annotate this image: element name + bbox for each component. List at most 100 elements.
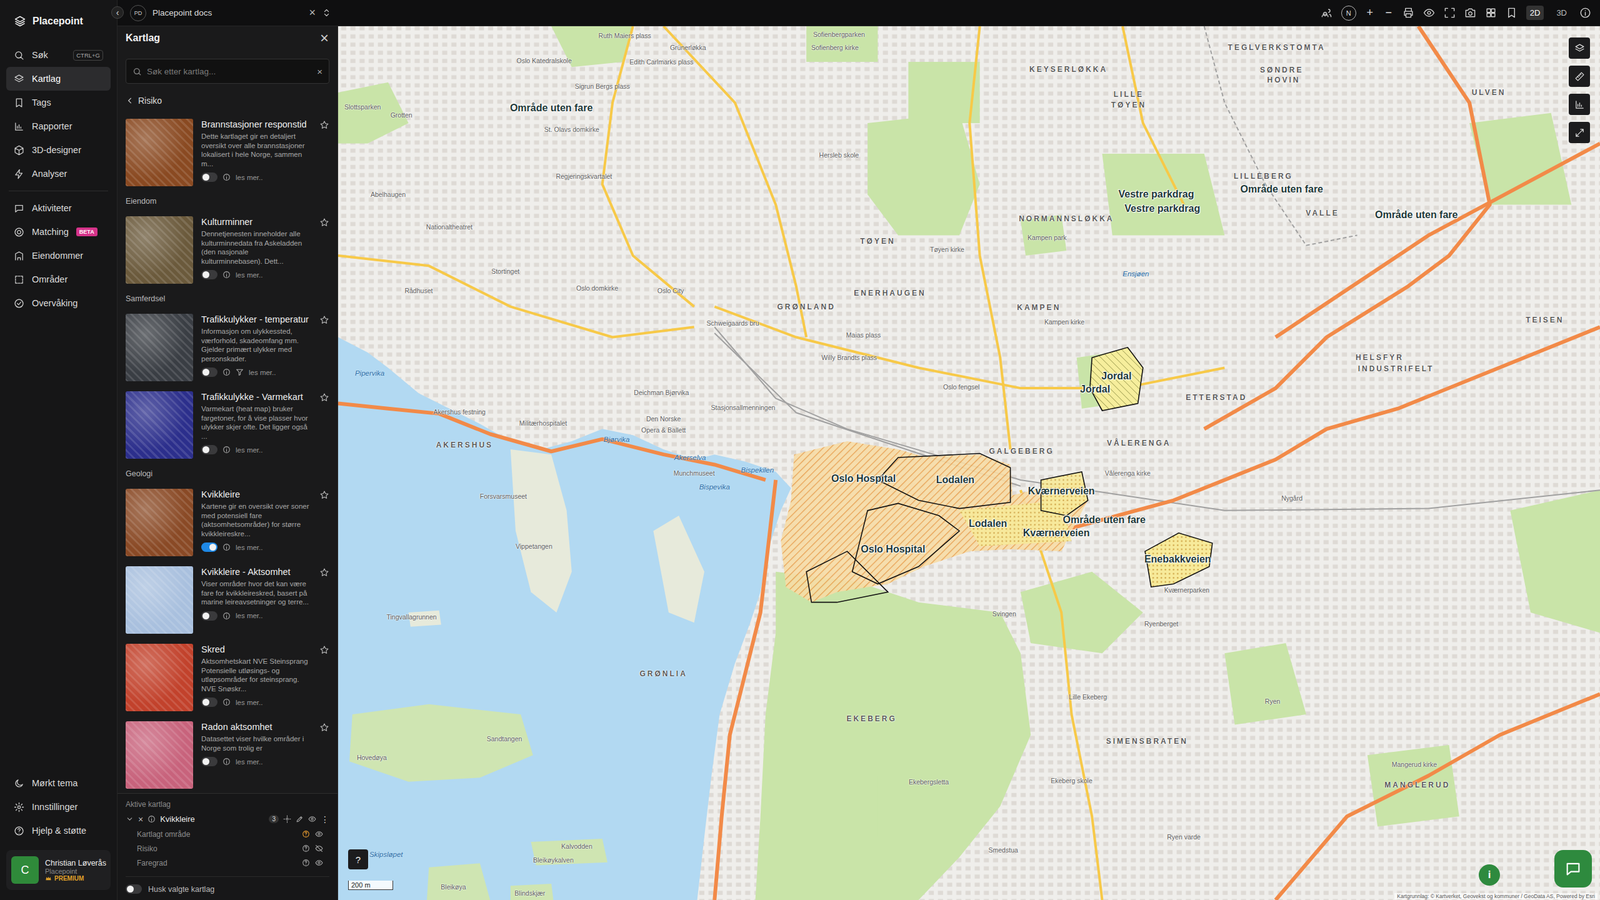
sidebar-item[interactable]: Områder — [6, 267, 111, 292]
compass-button[interactable]: N — [1341, 5, 1357, 21]
sidebar-item[interactable]: Aktiviteter — [6, 196, 111, 220]
print-icon[interactable] — [1402, 6, 1415, 19]
sidebar-item[interactable]: Tags — [6, 90, 111, 115]
collapse-button[interactable]: ‹ — [111, 6, 124, 19]
layer-toggle[interactable] — [201, 542, 218, 552]
fullscreen-icon[interactable] — [1443, 6, 1456, 19]
panel-close-button[interactable]: × — [320, 29, 329, 47]
map-tool-button[interactable] — [1568, 121, 1590, 144]
eye-icon[interactable] — [308, 815, 317, 824]
sidebar-item[interactable]: Mørkt tema — [6, 771, 111, 795]
bookmark-icon[interactable] — [1505, 6, 1518, 19]
read-more-link[interactable]: les mer.. — [235, 446, 263, 454]
layer-search[interactable]: Søk etter kartlag... × — [125, 58, 330, 84]
edit-icon[interactable] — [295, 815, 304, 824]
document-tab[interactable]: PD Placepoint docs × — [117, 5, 338, 22]
chevron-icon[interactable] — [125, 815, 134, 824]
eye-icon[interactable] — [315, 858, 324, 867]
search-clear-button[interactable]: × — [316, 66, 323, 77]
sidebar-item[interactable]: 3D-designer — [6, 138, 111, 162]
read-more-link[interactable]: les mer.. — [248, 368, 276, 377]
map-tool-button[interactable] — [1568, 65, 1590, 87]
sublayer-row[interactable]: Kartlagt område — [125, 826, 330, 842]
layer-card[interactable]: Brannstasjoner responstid Dette kartlage… — [125, 118, 330, 187]
layer-toggle[interactable] — [201, 697, 218, 707]
view-mode-button[interactable]: 3D — [1552, 5, 1571, 20]
info-icon[interactable] — [222, 270, 231, 279]
star-icon[interactable] — [319, 722, 330, 733]
settings-icon[interactable] — [283, 815, 292, 824]
remove-layer-button[interactable]: × — [138, 814, 144, 825]
layer-toggle[interactable] — [201, 756, 218, 767]
layer-toggle[interactable] — [201, 445, 218, 455]
tab-close-button[interactable]: × — [308, 6, 316, 20]
map[interactable]: Område uten fareVestre parkdragVestre pa… — [338, 26, 1600, 900]
map-help-button[interactable]: ? — [348, 849, 369, 870]
remember-layers[interactable]: Husk valgte kartlag — [125, 876, 330, 894]
user-card[interactable]: C Christian Løverås Placepoint PREMIUM — [6, 850, 111, 890]
remember-toggle[interactable] — [125, 884, 142, 894]
more-button[interactable]: ⋮ — [320, 814, 330, 825]
info-icon[interactable] — [222, 757, 231, 766]
layer-toggle[interactable] — [201, 270, 218, 280]
layer-card[interactable]: Kulturminner Dennetjenesten inneholder a… — [125, 216, 330, 284]
star-icon[interactable] — [319, 315, 330, 325]
sidebar-item[interactable]: Matching BETA — [6, 220, 111, 244]
info-icon[interactable] — [222, 698, 231, 707]
read-more-link[interactable]: les mer.. — [235, 543, 263, 552]
read-more-link[interactable]: les mer.. — [235, 611, 263, 620]
info-icon[interactable] — [222, 445, 231, 454]
camera-icon[interactable] — [1464, 6, 1477, 19]
layer-card[interactable]: Kvikkleire Kartene gir en oversikt over … — [125, 488, 330, 557]
star-icon[interactable] — [319, 490, 330, 500]
map-tool-button[interactable] — [1568, 37, 1590, 59]
layer-card[interactable]: Radon aktsomhet Datasettet viser hvilke … — [125, 721, 330, 789]
star-icon[interactable] — [319, 120, 330, 130]
grid-icon[interactable] — [1485, 6, 1497, 19]
zoom-in-button[interactable]: + — [1365, 6, 1375, 20]
help-icon[interactable] — [301, 858, 310, 867]
layer-toggle[interactable] — [201, 611, 218, 621]
help-icon[interactable] — [301, 830, 310, 839]
map-canvas[interactable] — [338, 26, 1600, 900]
sidebar-item[interactable]: Overvåking — [6, 291, 111, 315]
chevrons-icon[interactable] — [321, 8, 332, 18]
sidebar-item[interactable]: Rapporter — [6, 114, 111, 139]
breadcrumb[interactable]: Risiko — [125, 91, 330, 110]
layer-toggle[interactable] — [201, 367, 218, 377]
info-icon[interactable] — [1579, 6, 1592, 19]
eye-icon[interactable] — [1423, 6, 1435, 19]
info-icon[interactable] — [222, 173, 231, 182]
sidebar-item[interactable]: Eiendommer — [6, 243, 111, 268]
read-more-link[interactable]: les mer.. — [235, 758, 263, 766]
info-icon[interactable] — [222, 543, 231, 552]
sublayer-row[interactable]: Risiko — [125, 841, 330, 856]
info-button[interactable]: i — [1478, 864, 1500, 886]
sidebar-item[interactable]: Analyser — [6, 161, 111, 186]
sidebar-item[interactable]: Kartlag — [6, 66, 111, 91]
view-mode-button[interactable]: 2D — [1526, 5, 1545, 20]
sidebar-item[interactable]: Hjelp & støtte — [6, 818, 111, 843]
info-icon[interactable] — [222, 611, 231, 620]
read-more-link[interactable]: les mer.. — [235, 698, 263, 707]
layer-card[interactable]: Kvikkleire - Aktsomhet Viser områder hvo… — [125, 566, 330, 634]
layer-toggle[interactable] — [201, 172, 218, 182]
layer-card[interactable]: Skred Aktsomhetskart NVE Steinsprang Pot… — [125, 643, 330, 712]
filter-icon[interactable] — [235, 368, 244, 377]
sidebar-item[interactable]: Søk CTRL+G — [6, 43, 111, 67]
eye-off-icon[interactable] — [315, 844, 324, 853]
read-more-link[interactable]: les mer.. — [235, 271, 263, 279]
star-icon[interactable] — [319, 567, 330, 578]
active-layer-row[interactable]: × Kvikkleire 3 ⋮ — [125, 811, 330, 827]
star-icon[interactable] — [319, 645, 330, 655]
info-icon[interactable] — [222, 368, 231, 377]
read-more-link[interactable]: les mer.. — [235, 173, 263, 182]
layer-info-icon[interactable] — [147, 815, 156, 824]
sublayer-row[interactable]: Faregrad — [125, 855, 330, 870]
help-icon[interactable] — [301, 844, 310, 853]
sidebar-item[interactable]: Innstillinger — [6, 795, 111, 819]
chat-button[interactable] — [1554, 850, 1592, 888]
star-icon[interactable] — [319, 217, 330, 228]
zoom-out-button[interactable]: − — [1383, 6, 1394, 20]
people-icon[interactable] — [1320, 6, 1333, 19]
